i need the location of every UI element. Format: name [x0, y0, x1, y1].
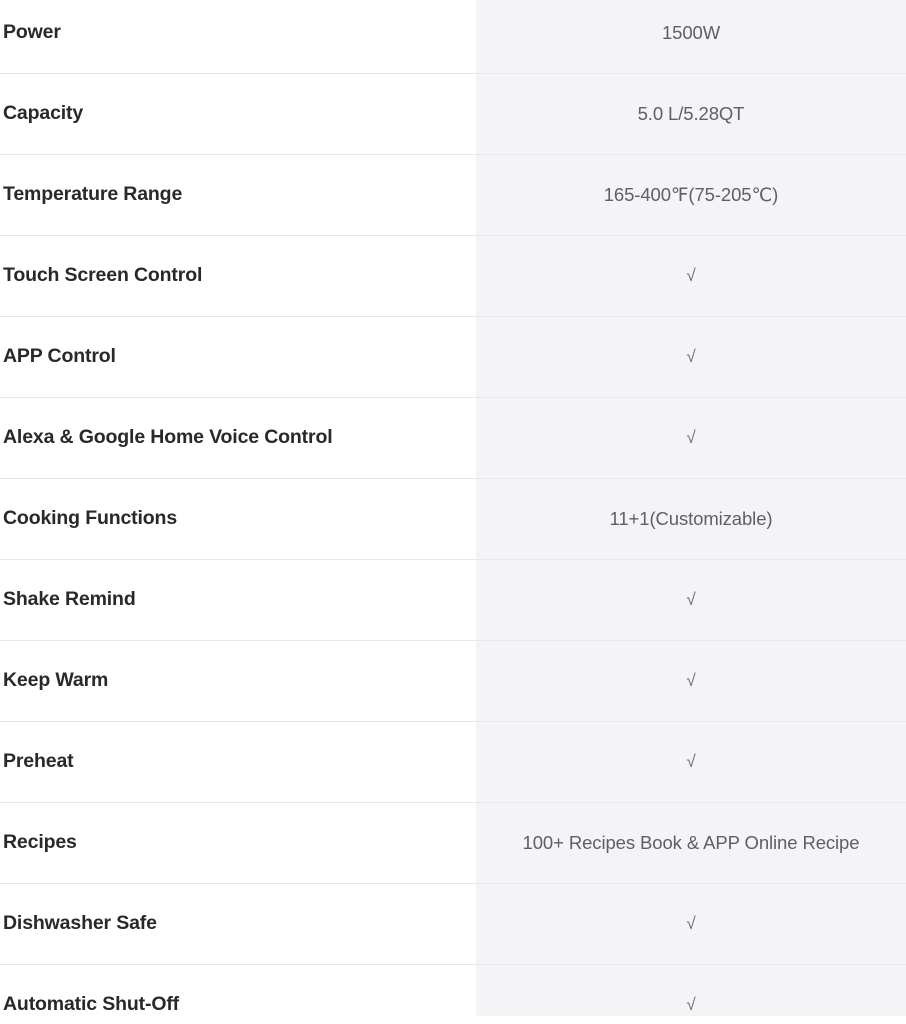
spec-value-checkmark-icon: √	[686, 751, 696, 771]
spec-label: Preheat	[3, 750, 74, 773]
spec-label: Capacity	[3, 102, 84, 125]
table-row: Recipes 100+ Recipes Book & APP Online Re…	[0, 802, 906, 883]
spec-value: 165-400℉(75-205℃)	[603, 183, 779, 205]
spec-label: Alexa & Google Home Voice Control	[3, 426, 333, 449]
table-row: Temperature Range 165-400℉(75-205℃)	[0, 154, 906, 235]
spec-label: Power	[3, 21, 61, 44]
table-row: Power 1500W	[0, 0, 906, 73]
table-row: Alexa & Google Home Voice Control √	[0, 397, 906, 478]
table-row: Automatic Shut-Off √	[0, 964, 906, 1024]
spec-label: Temperature Range	[3, 183, 183, 206]
table-row: Dishwasher Safe √	[0, 883, 906, 964]
spec-value: 1500W	[661, 21, 721, 43]
spec-label: Automatic Shut-Off	[3, 993, 180, 1016]
table-row: Capacity 5.0 L/5.28QT	[0, 73, 906, 154]
table-row: Keep Warm √	[0, 640, 906, 721]
spec-value: 5.0 L/5.28QT	[637, 102, 745, 124]
spec-label: Keep Warm	[3, 669, 109, 692]
spec-value-checkmark-icon: √	[686, 589, 696, 609]
spec-value-checkmark-icon: √	[686, 913, 696, 933]
table-row: Preheat √	[0, 721, 906, 802]
table-row: Touch Screen Control √	[0, 235, 906, 316]
spec-value-checkmark-icon: √	[686, 346, 696, 366]
spec-value-checkmark-icon: √	[686, 427, 696, 447]
specification-table: Power 1500W Capacity 5.0 L/5.28QT Temperatur…	[0, 0, 906, 1016]
spec-label: Shake Remind	[3, 588, 136, 611]
table-row: Shake Remind √	[0, 559, 906, 640]
spec-label: Recipes	[3, 831, 77, 854]
spec-value: 11+1(Customizable)	[609, 507, 773, 529]
spec-label: Cooking Functions	[3, 507, 178, 530]
specification-row-list: Power 1500W Capacity 5.0 L/5.28QT Temperatur…	[0, 0, 906, 1024]
spec-value-checkmark-icon: √	[686, 994, 696, 1014]
spec-label: Touch Screen Control	[3, 264, 203, 287]
spec-value: 100+ Recipes Book & APP Online Recipe	[522, 831, 860, 853]
spec-label: APP Control	[3, 345, 116, 368]
table-row: APP Control √	[0, 316, 906, 397]
table-row: Cooking Functions 11+1(Customizable)	[0, 478, 906, 559]
spec-label: Dishwasher Safe	[3, 912, 157, 935]
spec-value-checkmark-icon: √	[686, 670, 696, 690]
spec-value-checkmark-icon: √	[686, 265, 696, 285]
